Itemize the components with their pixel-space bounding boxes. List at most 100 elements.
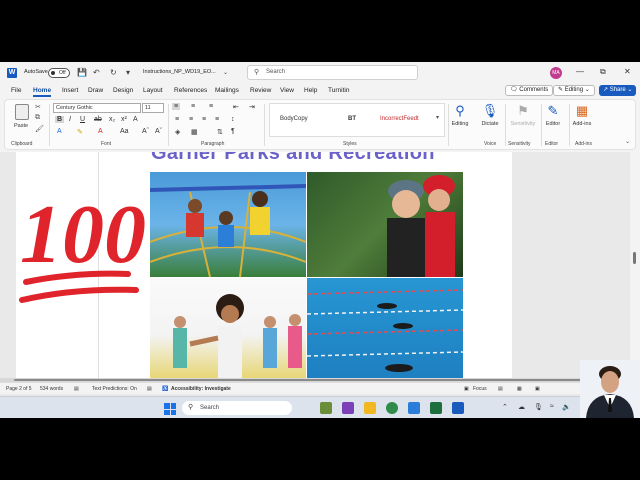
chevron-up-icon[interactable]: ⌃	[502, 403, 508, 411]
tab-insert[interactable]: Insert	[62, 87, 78, 94]
swimming-pool-photo[interactable]	[307, 278, 463, 382]
document-heading[interactable]: Garner Parks and Recreation	[151, 152, 435, 165]
highlight-icon[interactable]: ✎	[77, 128, 83, 136]
chevron-down-icon[interactable]: ⌄	[223, 69, 228, 76]
restore-icon[interactable]: ⧉	[600, 67, 606, 77]
subscript-button[interactable]: x₂	[109, 116, 115, 123]
collapse-ribbon-icon[interactable]: ⌄	[625, 138, 630, 145]
accessibility-status[interactable]: Accessibility: Investigate	[171, 386, 231, 392]
undo-icon[interactable]: ↶	[93, 68, 100, 77]
tab-mailings[interactable]: Mailings	[215, 87, 239, 94]
bullets-icon[interactable]: ≡	[172, 103, 181, 110]
volume-icon[interactable]: 🔈	[562, 403, 571, 411]
underline-button[interactable]: U	[80, 116, 85, 123]
text-effects-button[interactable]: A	[133, 116, 138, 123]
redo-icon[interactable]: ↻	[110, 68, 117, 77]
superscript-button[interactable]: x²	[121, 116, 127, 123]
close-icon[interactable]: ✕	[624, 67, 631, 76]
decrease-indent-icon[interactable]: ⇤	[233, 103, 239, 111]
file-explorer-icon[interactable]	[364, 402, 376, 414]
tab-help[interactable]: Help	[304, 87, 317, 94]
style-incorrectfeedt[interactable]: IncorrectFeedt	[380, 116, 419, 122]
tab-file[interactable]: File	[11, 87, 21, 94]
sensitivity-button[interactable]: ⚑ Sensitivity	[508, 103, 538, 127]
print-layout-icon[interactable]: ▦	[517, 386, 522, 392]
autosave-toggle[interactable]: Off	[48, 68, 70, 78]
save-icon[interactable]: 💾	[77, 68, 87, 77]
document-title[interactable]: Instructions_NP_WD19_EO...	[143, 69, 216, 75]
focus-mode-button[interactable]: Focus	[473, 386, 487, 392]
scroll-thumb[interactable]	[14, 379, 584, 381]
styles-more-icon[interactable]: ▾	[436, 114, 439, 121]
tab-review[interactable]: Review	[250, 87, 271, 94]
minimize-icon[interactable]: —	[576, 67, 584, 76]
show-formatting-icon[interactable]: ¶	[231, 128, 235, 135]
font-size-field[interactable]: 11	[142, 103, 164, 113]
app-icon[interactable]	[430, 402, 442, 414]
editing-mode-button[interactable]: ✎ Editing ⌄	[553, 85, 595, 96]
editing-button[interactable]: ⚲ Editing	[445, 103, 475, 127]
chrome-icon[interactable]	[386, 402, 398, 414]
web-layout-icon[interactable]: ▣	[535, 386, 540, 392]
baseball-kids-photo[interactable]	[307, 172, 463, 277]
microphone-icon[interactable]: 🎙	[534, 403, 543, 411]
scroll-thumb[interactable]	[633, 252, 636, 264]
shading-icon[interactable]: ◈	[175, 128, 180, 136]
fitness-class-photo[interactable]	[150, 278, 306, 382]
align-center-icon[interactable]: ≡	[189, 116, 193, 123]
word-taskbar-icon[interactable]	[452, 402, 464, 414]
paste-label[interactable]: Paste	[14, 123, 28, 129]
align-right-icon[interactable]: ≡	[202, 116, 206, 123]
sort-icon[interactable]: ⇅	[217, 128, 223, 136]
tab-layout[interactable]: Layout	[143, 87, 163, 94]
strikethrough-button[interactable]: ab	[94, 116, 102, 123]
editor-button[interactable]: ✎ Editor	[538, 103, 568, 127]
tab-turnitin[interactable]: Turnitin	[328, 87, 349, 94]
align-left-icon[interactable]: ≡	[175, 116, 179, 123]
tab-references[interactable]: References	[174, 87, 207, 94]
avatar[interactable]: MA	[550, 67, 562, 79]
proofing-icon[interactable]: ▤	[74, 386, 79, 392]
font-color-icon[interactable]: A	[98, 128, 103, 135]
multilevel-list-icon[interactable]: ≡	[209, 103, 213, 110]
format-painter-icon[interactable]: 🖌	[35, 125, 44, 133]
search-input[interactable]: ⚲ Search	[247, 65, 418, 80]
justify-icon[interactable]: ≡	[215, 116, 219, 123]
addins-button[interactable]: ▦ Add-ins	[567, 103, 597, 127]
italic-button[interactable]: I	[69, 116, 71, 123]
macro-icon[interactable]: ▤	[147, 386, 152, 392]
text-predictions[interactable]: Text Predictions: On	[92, 386, 137, 392]
share-button[interactable]: ↗ Share ⌄	[599, 85, 637, 96]
style-bt[interactable]: BT	[348, 116, 356, 122]
bold-button[interactable]: B	[55, 116, 65, 123]
tab-home[interactable]: Home	[33, 87, 52, 97]
playground-photo[interactable]	[150, 172, 306, 277]
borders-icon[interactable]: ▦	[191, 128, 198, 136]
tab-draw[interactable]: Draw	[88, 87, 103, 94]
line-spacing-icon[interactable]: ↕	[231, 116, 235, 123]
word-count[interactable]: 534 words	[40, 386, 63, 392]
dictate-button[interactable]: 🎙 Dictate	[475, 103, 505, 127]
increase-indent-icon[interactable]: ⇥	[249, 103, 255, 111]
change-case-icon[interactable]: Aa	[120, 128, 129, 135]
tab-view[interactable]: View	[280, 87, 294, 94]
wifi-icon[interactable]: ≈	[550, 403, 554, 410]
tab-design[interactable]: Design	[113, 87, 133, 94]
font-name-field[interactable]: Century Gothic	[53, 103, 141, 113]
cut-icon[interactable]: ✂	[35, 103, 41, 111]
copy-icon[interactable]: ⧉	[35, 114, 40, 122]
customize-toolbar-icon[interactable]: ▾	[126, 68, 130, 77]
comments-button[interactable]: 🗨 Comments	[505, 85, 554, 96]
app-icon[interactable]	[408, 402, 420, 414]
style-bodycopy[interactable]: BodyCopy	[280, 116, 308, 122]
taskbar-search-input[interactable]: ⚲ Search	[182, 401, 292, 415]
text-effects-icon[interactable]: A	[57, 128, 62, 135]
document-page[interactable]: Garner Parks and Recreation 100	[16, 152, 512, 382]
shrink-font-icon[interactable]: Aˇ	[155, 128, 162, 135]
windows-start-icon[interactable]	[164, 403, 176, 415]
grow-font-icon[interactable]: Aˆ	[142, 128, 149, 135]
app-icon[interactable]	[320, 402, 332, 414]
read-mode-icon[interactable]: ▤	[498, 386, 503, 392]
app-icon[interactable]	[342, 402, 354, 414]
paste-icon[interactable]	[15, 104, 29, 120]
